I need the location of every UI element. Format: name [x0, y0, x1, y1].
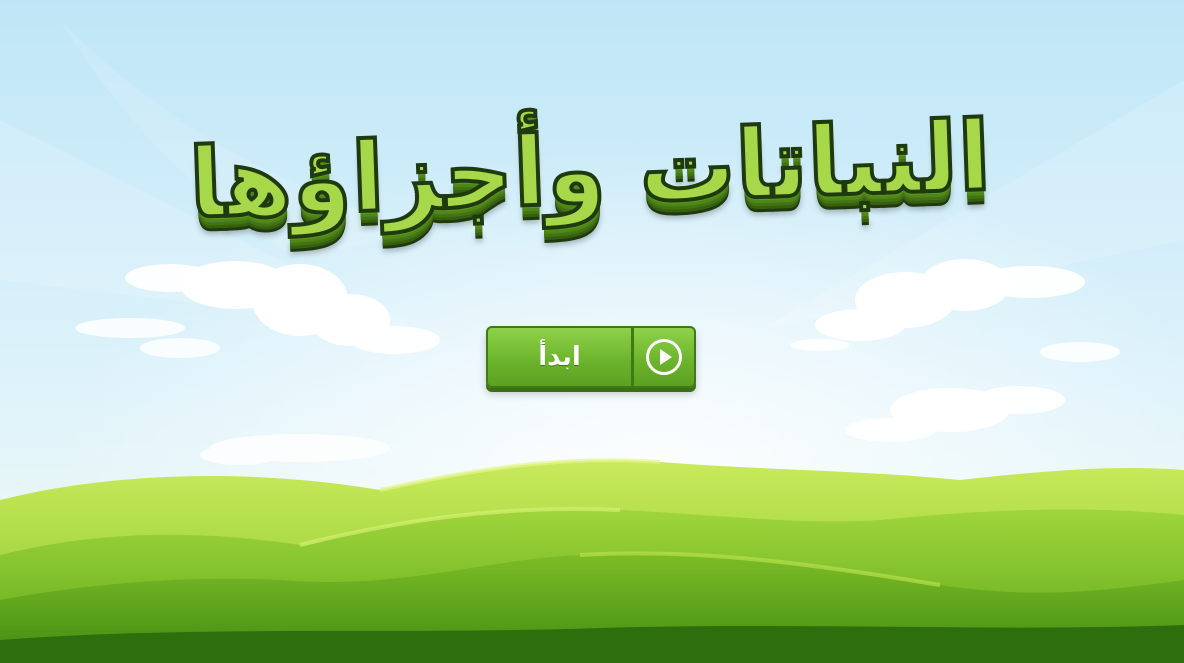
- start-button-label-area[interactable]: ابدأ: [488, 328, 634, 386]
- game-title-container: النباتات وأجزاؤها: [177, 56, 1003, 284]
- play-circle-icon: [646, 339, 682, 375]
- game-title: النباتات وأجزاؤها: [185, 98, 994, 242]
- start-button[interactable]: ابدأ: [486, 326, 696, 388]
- start-button-icon-area[interactable]: [634, 328, 694, 386]
- start-button-label: ابدأ: [538, 342, 581, 372]
